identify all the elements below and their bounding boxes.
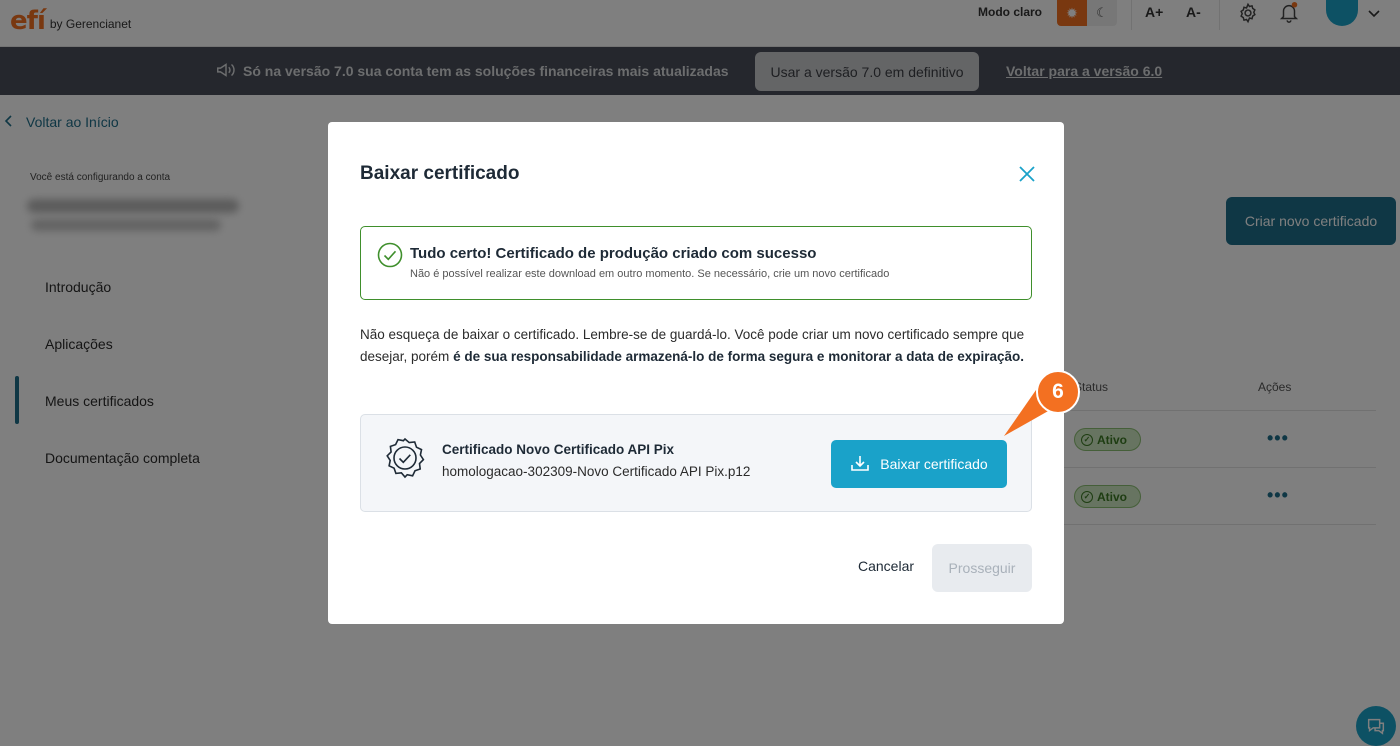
certificate-badge-icon — [384, 437, 426, 484]
modal-title: Baixar certificado — [360, 163, 520, 184]
proceed-button[interactable]: Prosseguir — [932, 544, 1032, 592]
certificate-name: Certificado Novo Certificado API Pix — [442, 442, 675, 457]
check-circle-icon — [377, 242, 403, 273]
download-button-label: Baixar certificado — [880, 456, 988, 472]
success-alert: Tudo certo! Certificado de produção cria… — [360, 226, 1032, 300]
close-icon[interactable] — [1018, 165, 1036, 183]
modal-description: Não esqueça de baixar o certificado. Lem… — [360, 324, 1032, 368]
success-subtitle: Não é possível realizar este download em… — [410, 268, 890, 280]
certificate-filename: homologacao-302309-Novo Certificado API … — [442, 464, 751, 479]
certificate-card: Certificado Novo Certificado API Pix hom… — [360, 414, 1032, 512]
step-number: 6 — [1052, 380, 1064, 403]
download-certificate-modal: Baixar certificado Tudo certo! Certifica… — [328, 122, 1064, 624]
success-title: Tudo certo! Certificado de produção cria… — [410, 245, 817, 262]
cancel-button[interactable]: Cancelar — [858, 558, 914, 574]
download-icon — [850, 453, 870, 476]
download-certificate-button[interactable]: Baixar certificado — [831, 440, 1007, 488]
description-emphasis: é de sua responsabilidade armazená-lo de… — [453, 349, 1025, 364]
